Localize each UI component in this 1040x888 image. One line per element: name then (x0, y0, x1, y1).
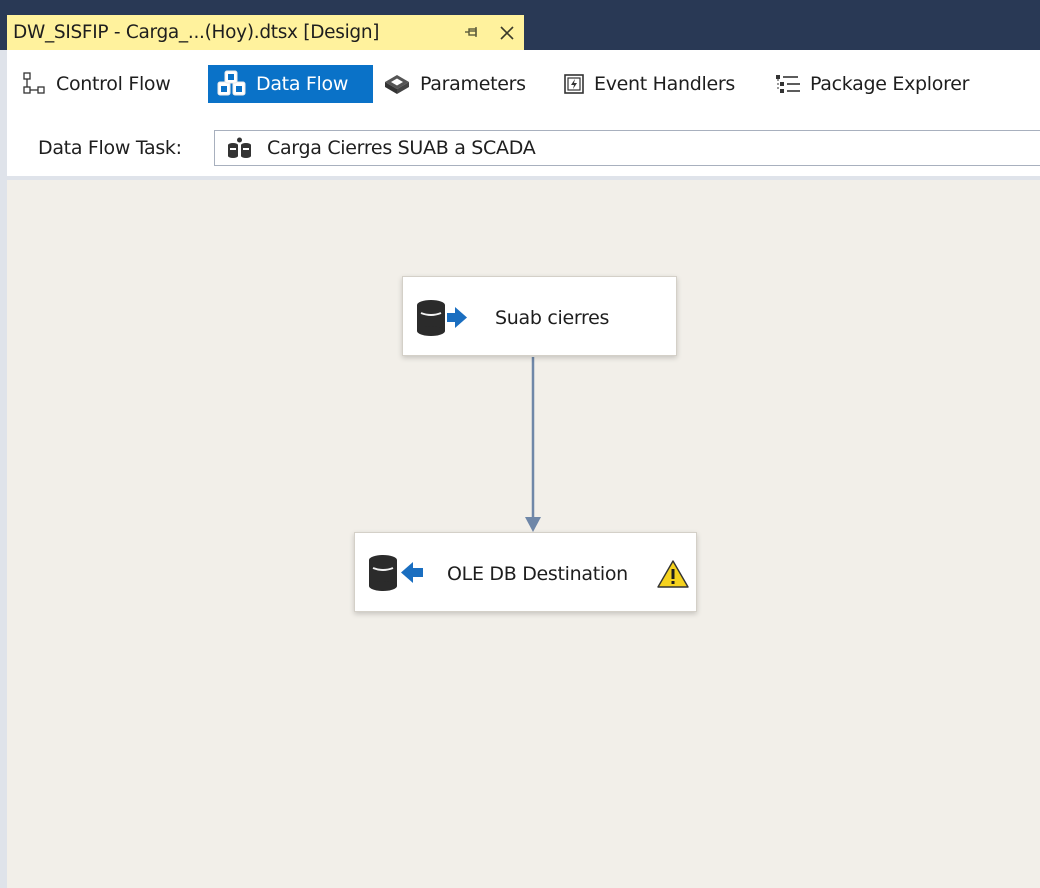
destination-component-ole-db[interactable]: OLE DB Destination (354, 532, 697, 612)
document-tab-strip: DW_SISFIP - Carga_...(Hoy).dtsx [Design] (0, 0, 1040, 50)
data-flow-task-label: Data Flow Task: (38, 137, 182, 159)
database-destination-icon (365, 552, 427, 594)
data-flow-icon (216, 70, 248, 98)
package-explorer-icon (774, 72, 802, 96)
component-label: Suab cierres (495, 307, 610, 329)
document-tab[interactable]: DW_SISFIP - Carga_...(Hoy).dtsx [Design] (7, 15, 524, 50)
tab-data-flow-label: Data Flow (256, 73, 349, 95)
designer-toolbar: Control Flow Data Flow Parameters Event … (0, 50, 1040, 180)
data-flow-design-surface[interactable]: Suab cierres OLE DB Destination (0, 180, 1040, 888)
document-tab-title: DW_SISFIP - Carga_...(Hoy).dtsx [Design] (13, 22, 380, 43)
close-icon[interactable] (495, 21, 519, 45)
tab-package-explorer-label: Package Explorer (810, 73, 970, 95)
tab-control-flow[interactable]: Control Flow (22, 65, 171, 103)
control-flow-icon (22, 71, 48, 97)
data-flow-task-value: Carga Cierres SUAB a SCADA (267, 137, 536, 159)
tab-parameters[interactable]: Parameters (382, 65, 526, 103)
tab-data-flow[interactable]: Data Flow (208, 65, 373, 103)
tab-event-handlers[interactable]: Event Handlers (562, 65, 735, 103)
tab-control-flow-label: Control Flow (56, 73, 171, 95)
component-label: OLE DB Destination (447, 563, 628, 585)
database-source-icon (413, 297, 473, 339)
tab-event-handlers-label: Event Handlers (594, 73, 735, 95)
parameters-icon (382, 72, 412, 96)
tab-package-explorer[interactable]: Package Explorer (774, 65, 969, 103)
data-flow-task-select[interactable]: Carga Cierres SUAB a SCADA (214, 130, 1040, 166)
pin-icon[interactable] (462, 23, 482, 43)
data-flow-task-icon (225, 136, 255, 160)
tab-parameters-label: Parameters (420, 73, 526, 95)
source-component-suab-cierres[interactable]: Suab cierres (402, 276, 677, 356)
event-handlers-icon (562, 72, 586, 96)
warning-icon[interactable] (657, 559, 689, 589)
